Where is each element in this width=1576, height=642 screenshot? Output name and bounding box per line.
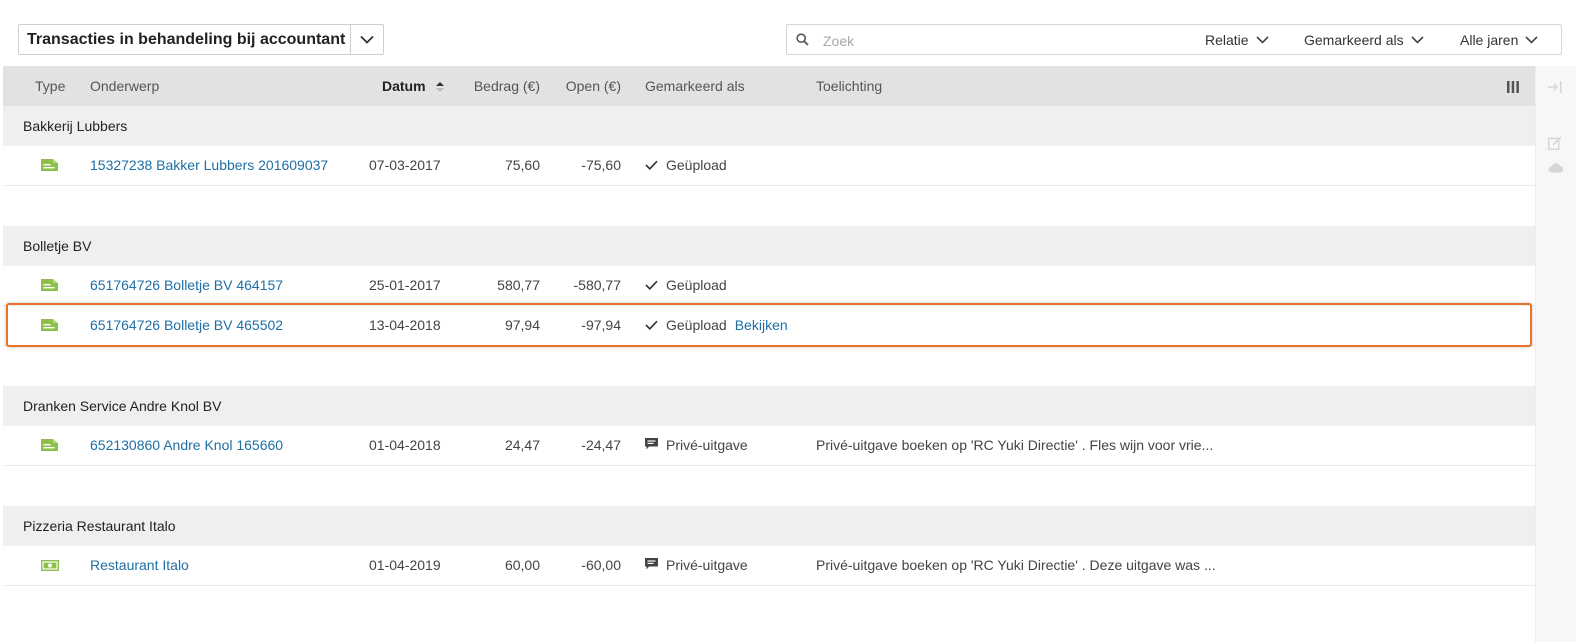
row-marked: Geüpload Bekijken bbox=[645, 306, 788, 346]
side-panel bbox=[1535, 66, 1576, 642]
row-amount: 24,47 bbox=[504, 437, 540, 453]
column-header-amount[interactable]: Bedrag (€) bbox=[458, 66, 540, 106]
view-selector-toggle[interactable] bbox=[350, 25, 383, 54]
group-name: Bolletje BV bbox=[23, 238, 92, 254]
view-document-link[interactable]: Bekijken bbox=[735, 317, 788, 333]
table-body: Bakkerij Lubbers 15327238 Bakker Lubbers… bbox=[3, 106, 1535, 626]
filter-gemarkeerd-dropdown[interactable]: Gemarkeerd als bbox=[1304, 25, 1424, 54]
check-icon bbox=[645, 146, 658, 185]
group-row: Dranken Service Andre Knol BV bbox=[3, 386, 1535, 426]
view-selector-label: Transacties in behandeling bij accountan… bbox=[27, 31, 346, 48]
row-subject-link[interactable]: Restaurant Italo bbox=[90, 546, 189, 585]
edit-icon[interactable] bbox=[1547, 136, 1562, 155]
row-marked-label: Geüpload bbox=[666, 277, 727, 293]
filter-jaren-label: Alle jaren bbox=[1460, 31, 1519, 48]
column-header-open[interactable]: Open (€) bbox=[548, 66, 621, 106]
group-name: Pizzeria Restaurant Italo bbox=[23, 518, 176, 534]
check-icon bbox=[645, 306, 658, 345]
filter-jaren-dropdown[interactable]: Alle jaren bbox=[1460, 25, 1538, 54]
cloud-upload-icon[interactable] bbox=[1548, 160, 1564, 178]
row-date: 13-04-2018 bbox=[369, 317, 441, 333]
row-open: -97,94 bbox=[581, 317, 621, 333]
table-header: Type Onderwerp Datum Bedrag (€) Open (€)… bbox=[3, 66, 1535, 106]
group-name: Dranken Service Andre Knol BV bbox=[23, 398, 222, 414]
filter-relatie-label: Relatie bbox=[1205, 31, 1249, 48]
view-selector[interactable]: Transacties in behandeling bij accountan… bbox=[18, 24, 384, 55]
table-row[interactable]: 651764726 Bolletje BV 464157 25-01-2017 … bbox=[3, 266, 1535, 306]
invoice-icon bbox=[41, 278, 59, 297]
column-header-subject[interactable]: Onderwerp bbox=[90, 66, 159, 106]
row-amount: 580,77 bbox=[497, 277, 540, 293]
row-date: 01-04-2019 bbox=[369, 557, 441, 573]
row-note: Privé-uitgave boeken op 'RC Yuki Directi… bbox=[816, 437, 1214, 453]
row-marked: Privé-uitgave bbox=[645, 546, 748, 586]
group-row: Bolletje BV bbox=[3, 226, 1535, 266]
row-marked-label: Privé-uitgave bbox=[666, 437, 748, 453]
group-row: Bakkerij Lubbers bbox=[3, 106, 1535, 146]
row-marked-label: Geüpload bbox=[666, 317, 727, 333]
cash-icon bbox=[41, 558, 59, 577]
row-note: Privé-uitgave boeken op 'RC Yuki Directi… bbox=[816, 557, 1216, 573]
table-row[interactable]: 15327238 Bakker Lubbers 201609037 07-03-… bbox=[3, 146, 1535, 186]
sort-ascending-icon bbox=[436, 67, 445, 107]
column-header-type[interactable]: Type bbox=[35, 66, 65, 106]
filter-bar: Relatie Gemarkeerd als Alle jaren bbox=[786, 24, 1562, 55]
row-open: -60,00 bbox=[581, 557, 621, 573]
column-header-date-label: Datum bbox=[382, 78, 426, 94]
filter-relatie-dropdown[interactable]: Relatie bbox=[1205, 25, 1269, 54]
comment-icon bbox=[645, 426, 658, 465]
chevron-down-icon bbox=[1411, 35, 1424, 44]
column-header-date[interactable]: Datum bbox=[382, 66, 445, 107]
search-icon bbox=[796, 33, 809, 51]
row-marked: Geüpload bbox=[645, 146, 727, 186]
row-open: -75,60 bbox=[581, 157, 621, 173]
chevron-down-icon bbox=[1525, 35, 1538, 44]
table-row[interactable]: Restaurant Italo 01-04-2019 60,00 -60,00… bbox=[3, 546, 1535, 586]
row-subject-link[interactable]: 15327238 Bakker Lubbers 201609037 bbox=[90, 146, 328, 185]
row-marked-label: Geüpload bbox=[666, 157, 727, 173]
row-amount: 60,00 bbox=[504, 557, 540, 573]
chevron-down-icon bbox=[1256, 35, 1269, 44]
search-input[interactable] bbox=[821, 29, 1125, 53]
row-marked: Privé-uitgave bbox=[645, 426, 748, 466]
row-date: 07-03-2017 bbox=[369, 157, 441, 173]
row-open: -24,47 bbox=[581, 437, 621, 453]
row-open: -580,77 bbox=[573, 277, 621, 293]
group-row: Pizzeria Restaurant Italo bbox=[3, 506, 1535, 546]
transactions-page: Transacties in behandeling bij accountan… bbox=[3, 3, 1576, 642]
table-row-selected[interactable]: 651764726 Bolletje BV 465502 13-04-2018 … bbox=[3, 306, 1535, 346]
filter-gemarkeerd-label: Gemarkeerd als bbox=[1304, 31, 1404, 48]
invoice-icon bbox=[41, 318, 59, 337]
group-spacer bbox=[3, 186, 1535, 226]
chevron-down-icon bbox=[360, 35, 374, 44]
table-row[interactable]: 652130860 Andre Knol 165660 01-04-2018 2… bbox=[3, 426, 1535, 466]
check-icon bbox=[645, 266, 658, 305]
invoice-icon bbox=[41, 438, 59, 457]
row-marked: Geüpload bbox=[645, 266, 727, 306]
comment-icon bbox=[645, 546, 658, 585]
row-amount: 75,60 bbox=[504, 157, 540, 173]
row-date: 25-01-2017 bbox=[369, 277, 441, 293]
column-chooser-icon[interactable] bbox=[1507, 80, 1519, 98]
collapse-panel-icon[interactable] bbox=[1548, 80, 1562, 98]
group-spacer bbox=[3, 346, 1535, 386]
column-header-marked[interactable]: Gemarkeerd als bbox=[645, 66, 745, 106]
group-spacer bbox=[3, 466, 1535, 506]
group-name: Bakkerij Lubbers bbox=[23, 118, 128, 134]
row-subject-link[interactable]: 651764726 Bolletje BV 465502 bbox=[90, 306, 283, 345]
row-date: 01-04-2018 bbox=[369, 437, 441, 453]
row-marked-label: Privé-uitgave bbox=[666, 557, 748, 573]
row-amount: 97,94 bbox=[504, 317, 540, 333]
column-header-note[interactable]: Toelichting bbox=[816, 66, 882, 106]
row-subject-link[interactable]: 651764726 Bolletje BV 464157 bbox=[90, 266, 283, 305]
invoice-icon bbox=[41, 158, 59, 177]
row-subject-link[interactable]: 652130860 Andre Knol 165660 bbox=[90, 426, 283, 465]
group-spacer bbox=[3, 586, 1535, 626]
